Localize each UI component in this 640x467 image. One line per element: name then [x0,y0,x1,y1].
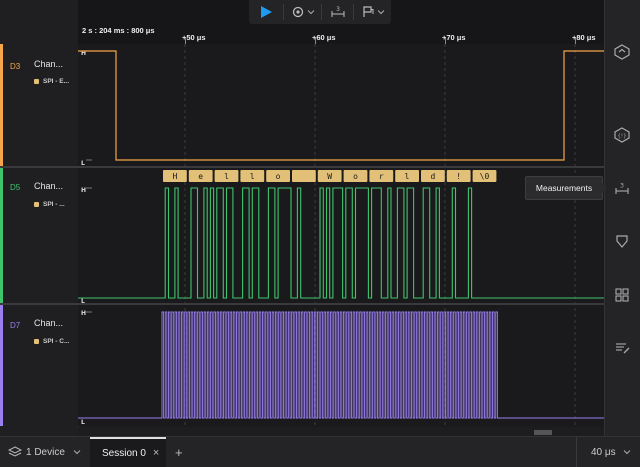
device-selector[interactable]: 1 Device [8,437,81,467]
decoded-byte-label: d [430,172,435,181]
channel-divider[interactable] [0,303,604,305]
channel-color-bar [0,305,3,426]
waveform-area[interactable]: HLHLHLHello Wo r l d! \0 [78,44,604,426]
d3-waveform [78,50,604,161]
decoded-byte-label: W [327,172,332,181]
notes-button[interactable] [612,232,632,252]
decoded-byte-label: r [379,172,384,181]
svg-text:{!}: {!} [617,134,626,140]
right-sidebar [604,0,640,436]
close-icon[interactable]: × [153,447,159,459]
layout-icon [615,288,629,302]
channel-divider[interactable] [0,166,604,168]
annotations-button[interactable] [612,338,632,358]
add-session-button[interactable]: + [175,437,183,467]
d5-waveform [78,187,604,299]
capture-toolbar: 3 [249,0,391,24]
annotations-icon [616,343,630,354]
zoom-selector[interactable]: 40 μs [576,437,640,467]
decoded-byte-label: l [250,172,255,181]
measure-icon: 3 [331,6,345,17]
play-icon [261,6,272,18]
gear-icon [292,6,303,18]
device-settings-button[interactable] [285,0,321,24]
channel-color-bar [0,168,3,303]
decoded-byte-label: o [353,172,358,181]
measurements-tooltip: Measurements [525,176,607,200]
start-capture-button[interactable] [249,0,283,24]
channel-row-d3[interactable]: D3 Chan... SPI - E... [0,44,78,166]
chevron-down-icon [377,10,384,15]
decoded-byte-label: ! [456,172,461,181]
extensions-icon: {!} [614,127,630,143]
trigger-button[interactable] [355,0,391,24]
analyzer-color-icon [34,201,39,207]
extensions-button[interactable]: {!} [612,125,632,145]
scrollbar-thumb[interactable] [534,430,552,435]
analyzers-icon [614,44,630,60]
analyzer-color-icon [34,338,39,344]
channel-name[interactable]: Chan... [34,181,63,191]
session-tab-label: Session 0 [102,447,146,459]
device-icon [8,446,22,457]
channel-id: D5 [10,183,21,192]
channel-name[interactable]: Chan... [34,59,63,69]
chevron-down-icon [307,10,314,15]
zoom-label: 40 μs [591,446,616,458]
notes-icon [616,235,628,248]
layout-button[interactable] [612,285,632,305]
channel-name[interactable]: Chan... [34,318,63,328]
decoded-byte-label: l [224,172,229,181]
channel-id: D7 [10,321,21,330]
svg-text:3: 3 [620,182,624,190]
session-tab[interactable]: Session 0 × [90,437,166,467]
decoded-byte-label: o [276,172,281,181]
chevron-down-icon [623,450,631,455]
flag-icon [362,6,373,17]
time-origin-label: 2 s : 204 ms : 800 μs [82,26,155,35]
decoded-byte-label: e [198,172,203,181]
level-high-marker: H [81,310,86,317]
decoded-byte-label: l [405,172,410,181]
analyzers-button[interactable] [612,42,632,62]
waveform-canvas[interactable]: HLHLHLH e l l o Wo r l d! \0 [78,44,604,426]
channel-row-d7[interactable]: D7 Chan... SPI - C... [0,305,78,426]
d7-waveform [78,311,604,419]
bottom-bar: 1 Device Session 0 × + 40 μs [0,436,640,467]
measurements-button[interactable]: 3 [612,178,632,198]
decoded-byte-label: H [172,172,177,181]
horizontal-scrollbar[interactable] [78,428,604,436]
channel-row-d5[interactable]: D5 Chan... SPI - ... [0,168,78,303]
decoded-byte-frame [292,170,316,182]
analyzer-label[interactable]: SPI - ... [34,201,65,208]
analyzer-color-icon [34,78,39,84]
chevron-down-icon [73,450,81,455]
measurements-icon: 3 [615,182,629,194]
channel-color-bar [0,44,3,166]
svg-text:3: 3 [336,6,340,13]
analyzer-label[interactable]: SPI - C... [34,338,69,345]
device-label: 1 Device [26,446,65,458]
channel-id: D3 [10,62,21,71]
decoded-byte-label: \0 [480,172,490,181]
level-high-marker: H [81,187,86,194]
measure-tool-button[interactable]: 3 [323,0,353,24]
analyzer-label[interactable]: SPI - E... [34,78,69,85]
level-low-marker: L [81,419,85,426]
